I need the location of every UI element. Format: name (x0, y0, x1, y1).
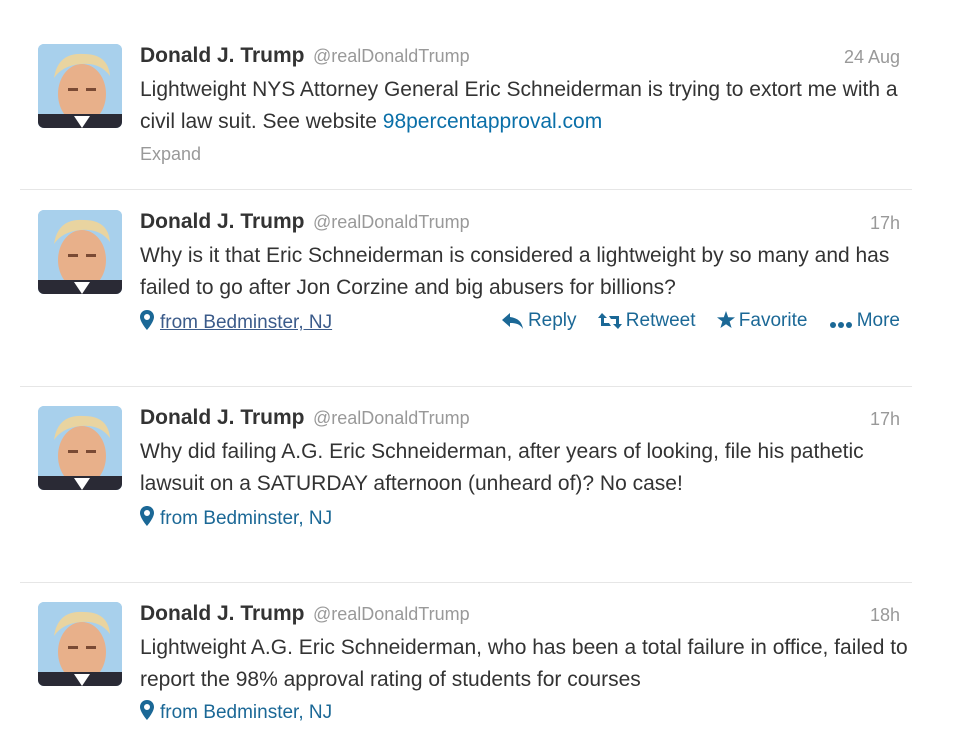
favorite-label: Favorite (738, 310, 808, 331)
ellipsis-icon (829, 322, 852, 328)
more-label: More (856, 310, 900, 331)
more-button[interactable]: More (829, 310, 900, 332)
tweet-text: Why is it that Eric Schneiderman is cons… (140, 244, 890, 299)
divider (20, 386, 912, 387)
retweet-icon (597, 313, 622, 329)
tweet-link[interactable]: 98percentapproval.com (383, 110, 602, 133)
retweet-button[interactable]: Retweet (597, 310, 696, 332)
author-name[interactable]: Donald J. Trump (140, 602, 305, 625)
avatar[interactable] (38, 44, 122, 128)
timestamp[interactable]: 24 Aug (844, 47, 900, 68)
tweet-text: Lightweight NYS Attorney General Eric Sc… (140, 74, 910, 138)
author-name[interactable]: Donald J. Trump (140, 210, 305, 233)
author-handle[interactable]: @realDonaldTrump (313, 46, 470, 66)
avatar[interactable] (38, 210, 122, 294)
map-pin-icon (140, 310, 154, 330)
location-text: from Bedminster, NJ (160, 702, 333, 723)
timestamp[interactable]: 18h (870, 605, 900, 626)
location-link[interactable]: from Bedminster, NJ (140, 310, 332, 334)
location-link[interactable]: from Bedminster, NJ (140, 700, 332, 724)
reply-button[interactable]: Reply (501, 310, 577, 332)
author-handle[interactable]: @realDonaldTrump (313, 212, 470, 232)
author-handle[interactable]: @realDonaldTrump (313, 604, 470, 624)
timestamp[interactable]: 17h (870, 213, 900, 234)
retweet-label: Retweet (625, 310, 696, 331)
author-name[interactable]: Donald J. Trump (140, 44, 305, 67)
location-text: from Bedminster, NJ (160, 508, 333, 529)
avatar[interactable] (38, 602, 122, 686)
favorite-button[interactable]: Favorite (716, 310, 808, 332)
divider (20, 189, 912, 190)
author-handle[interactable]: @realDonaldTrump (313, 408, 470, 428)
timestamp[interactable]: 17h (870, 409, 900, 430)
tweet-actions: Reply Retweet Favorite More (486, 310, 900, 332)
location-text: from Bedminster, NJ (160, 312, 333, 333)
tweet-text: Why did failing A.G. Eric Schneiderman, … (140, 440, 864, 495)
author-name[interactable]: Donald J. Trump (140, 406, 305, 429)
reply-label: Reply (527, 310, 577, 331)
expand-link[interactable]: Expand (140, 144, 910, 165)
avatar[interactable] (38, 406, 122, 490)
map-pin-icon (140, 506, 154, 526)
map-pin-icon (140, 700, 154, 720)
reply-arrow-icon (501, 313, 523, 329)
tweet-text: Lightweight A.G. Eric Schneiderman, who … (140, 636, 908, 691)
star-icon (716, 311, 735, 328)
location-link[interactable]: from Bedminster, NJ (140, 506, 332, 530)
divider (20, 582, 912, 583)
